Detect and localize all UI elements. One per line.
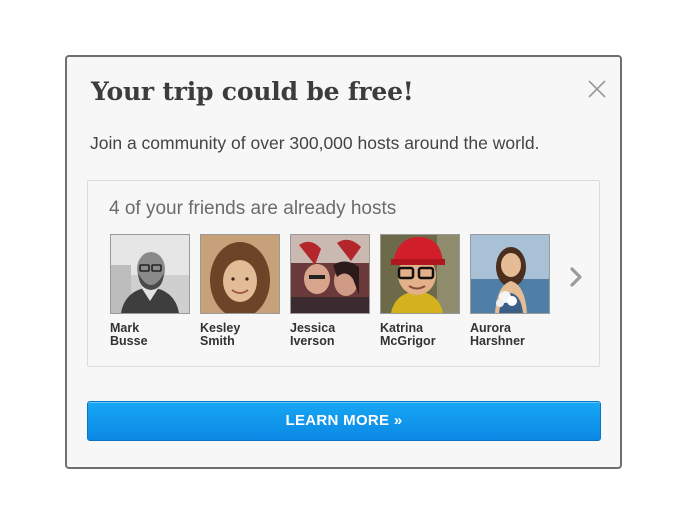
close-button[interactable] bbox=[586, 78, 608, 100]
avatar[interactable] bbox=[470, 234, 550, 314]
avatar[interactable] bbox=[290, 234, 370, 314]
modal-subtitle: Join a community of over 300,000 hosts a… bbox=[90, 133, 540, 153]
modal-title: Your trip could be free! bbox=[91, 77, 414, 106]
friend-card[interactable]: Aurora Harshner bbox=[470, 234, 550, 348]
friend-name[interactable]: Kesley Smith bbox=[200, 322, 280, 348]
avatar[interactable] bbox=[110, 234, 190, 314]
friend-card[interactable]: Katrina McGrigor bbox=[380, 234, 460, 348]
avatar[interactable] bbox=[200, 234, 280, 314]
friend-card[interactable]: Jessica Iverson bbox=[290, 234, 370, 348]
friend-name[interactable]: Katrina McGrigor bbox=[380, 322, 460, 348]
close-icon bbox=[588, 80, 606, 98]
host-invite-modal: Your trip could be free! Join a communit… bbox=[65, 55, 622, 469]
friends-heading: 4 of your friends are already hosts bbox=[109, 198, 397, 219]
friend-card[interactable]: Mark Busse bbox=[110, 234, 190, 348]
next-friends-button[interactable] bbox=[567, 265, 585, 289]
friend-card[interactable]: Kesley Smith bbox=[200, 234, 280, 348]
chevron-right-icon bbox=[570, 267, 582, 287]
friend-name[interactable]: Mark Busse bbox=[110, 322, 190, 348]
friend-name[interactable]: Aurora Harshner bbox=[470, 322, 550, 348]
avatar[interactable] bbox=[380, 234, 460, 314]
learn-more-button[interactable]: LEARN MORE » bbox=[87, 401, 601, 441]
friends-panel: 4 of your friends are already hosts Mark… bbox=[87, 180, 600, 367]
friend-name[interactable]: Jessica Iverson bbox=[290, 322, 370, 348]
